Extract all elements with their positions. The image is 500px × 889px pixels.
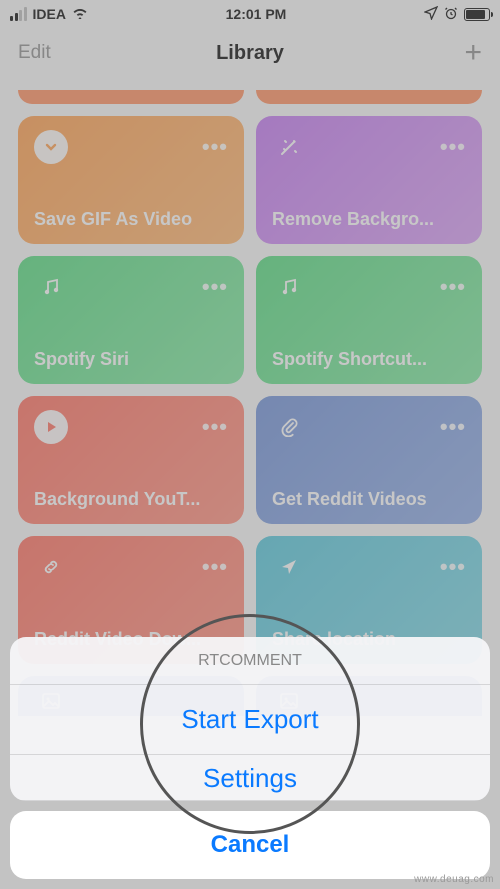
clock: 12:01 PM [226, 6, 287, 22]
cancel-button[interactable]: Cancel [10, 811, 490, 879]
battery-icon [464, 8, 490, 21]
shortcut-card[interactable]: ••• Background YouT... [18, 396, 244, 524]
more-icon[interactable]: ••• [440, 134, 466, 160]
page-title: Library [216, 42, 284, 65]
shortcut-label: Spotify Shortcut... [272, 349, 466, 370]
shortcut-card-partial[interactable] [256, 90, 482, 104]
shortcut-label: Save GIF As Video [34, 209, 228, 230]
shortcut-card[interactable]: ••• Save GIF As Video [18, 116, 244, 244]
music-icon [272, 270, 306, 304]
nav-bar: Edit Library + [0, 28, 500, 78]
carrier-label: IDEA [33, 6, 66, 22]
paperclip-icon [272, 410, 306, 444]
shortcut-card[interactable]: ••• Remove Backgro... [256, 116, 482, 244]
wand-icon [272, 130, 306, 164]
status-bar: IDEA 12:01 PM [0, 0, 500, 28]
action-sheet-title: RTCOMMENT [10, 637, 490, 685]
location-arrow-icon [272, 550, 306, 584]
more-icon[interactable]: ••• [202, 274, 228, 300]
shortcut-label: Spotify Siri [34, 349, 228, 370]
music-icon [34, 270, 68, 304]
play-circle-icon [34, 410, 68, 444]
action-sheet-panel: RTCOMMENT Start Export Settings [10, 637, 490, 801]
shortcut-label: Remove Backgro... [272, 209, 466, 230]
chevron-down-circle-icon [34, 130, 68, 164]
wifi-icon [72, 6, 88, 22]
more-icon[interactable]: ••• [202, 554, 228, 580]
shortcut-card[interactable]: ••• Get Reddit Videos [256, 396, 482, 524]
link-icon [34, 550, 68, 584]
action-start-export[interactable]: Start Export [10, 685, 490, 755]
more-icon[interactable]: ••• [202, 134, 228, 160]
action-sheet: RTCOMMENT Start Export Settings Cancel [10, 637, 490, 879]
add-button[interactable]: + [464, 36, 482, 70]
shortcut-label: Background YouT... [34, 489, 228, 510]
alarm-icon [444, 6, 458, 23]
more-icon[interactable]: ••• [440, 274, 466, 300]
more-icon[interactable]: ••• [440, 554, 466, 580]
shortcut-card-partial[interactable] [18, 90, 244, 104]
signal-bars-icon [10, 7, 27, 21]
action-settings[interactable]: Settings [10, 755, 490, 801]
more-icon[interactable]: ••• [440, 414, 466, 440]
shortcut-card[interactable]: ••• Spotify Siri [18, 256, 244, 384]
watermark: www.deuag.com [414, 874, 494, 885]
more-icon[interactable]: ••• [202, 414, 228, 440]
shortcut-card[interactable]: ••• Spotify Shortcut... [256, 256, 482, 384]
shortcut-label: Get Reddit Videos [272, 489, 466, 510]
location-status-icon [424, 6, 438, 23]
edit-button[interactable]: Edit [18, 42, 51, 64]
